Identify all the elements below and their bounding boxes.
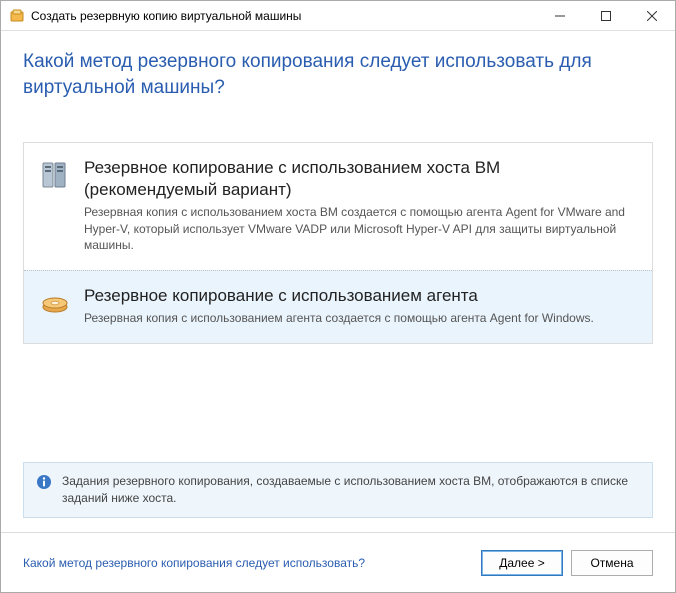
content-area: Какой метод резервного копирования следу… — [1, 31, 675, 448]
footer-buttons: Далее > Отмена — [481, 550, 653, 576]
help-link[interactable]: Какой метод резервного копирования следу… — [23, 556, 365, 570]
maximize-button[interactable] — [583, 1, 629, 30]
info-text: Задания резервного копирования, создавае… — [62, 473, 640, 507]
option-body: Резервное копирование с использованием х… — [84, 157, 636, 254]
info-panel: Задания резервного копирования, создавае… — [23, 462, 653, 518]
option-title: Резервное копирование с использованием а… — [84, 285, 636, 306]
option-body: Резервное копирование с использованием а… — [84, 285, 636, 327]
option-description: Резервная копия с использованием агента … — [84, 310, 636, 327]
server-icon — [38, 157, 72, 254]
titlebar: Создать резервную копию виртуальной маши… — [1, 1, 675, 31]
option-agent-backup[interactable]: Резервное копирование с использованием а… — [24, 270, 652, 343]
option-title: Резервное копирование с использованием х… — [84, 157, 636, 200]
option-vm-host-backup[interactable]: Резервное копирование с использованием х… — [24, 143, 652, 270]
minimize-button[interactable] — [537, 1, 583, 30]
window-title: Создать резервную копию виртуальной маши… — [31, 9, 537, 23]
next-button[interactable]: Далее > — [481, 550, 563, 576]
app-icon — [9, 8, 25, 24]
disk-icon — [38, 285, 72, 327]
window-controls — [537, 1, 675, 30]
footer: Какой метод резервного копирования следу… — [1, 532, 675, 592]
page-heading: Какой метод резервного копирования следу… — [23, 49, 653, 100]
info-icon — [36, 474, 52, 490]
option-description: Резервная копия с использованием хоста В… — [84, 204, 636, 254]
cancel-button[interactable]: Отмена — [571, 550, 653, 576]
options-list: Резервное копирование с использованием х… — [23, 142, 653, 344]
close-button[interactable] — [629, 1, 675, 30]
